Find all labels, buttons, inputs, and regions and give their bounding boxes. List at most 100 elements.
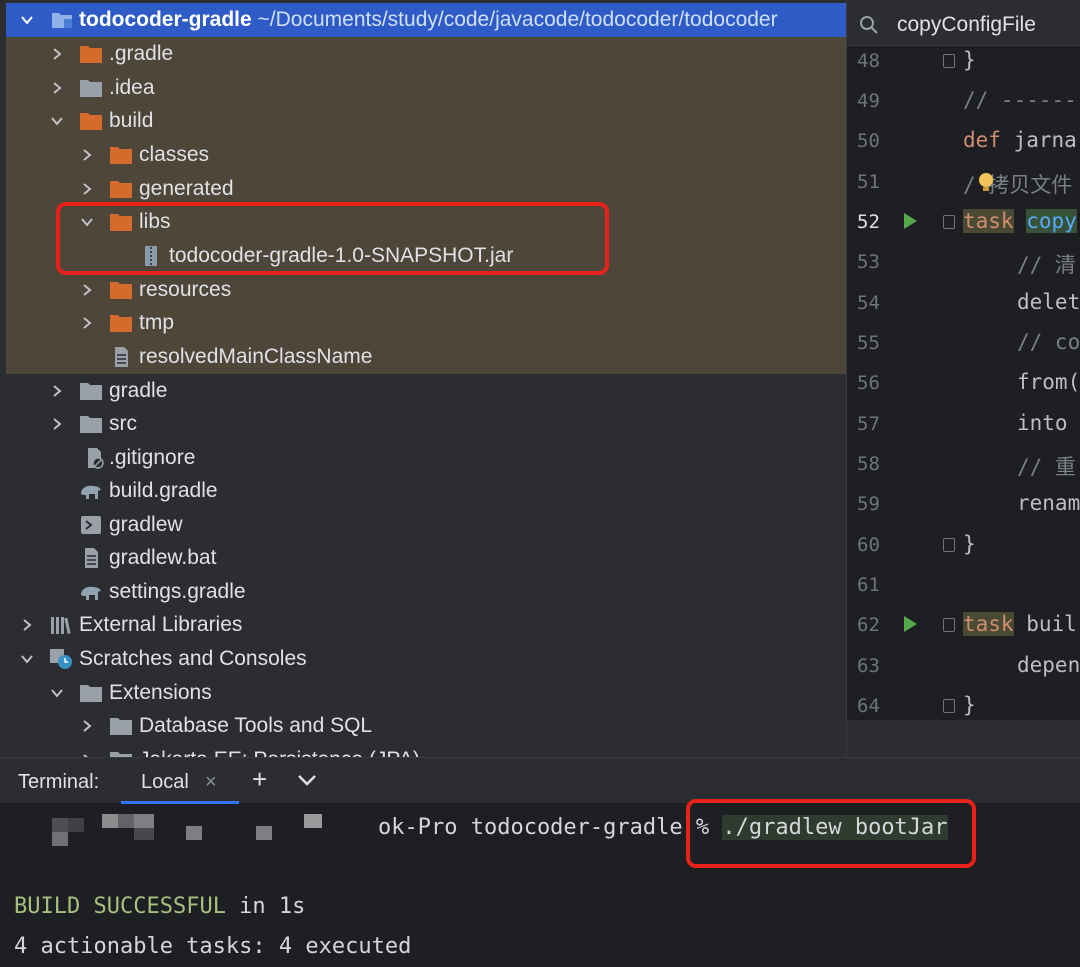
code-line[interactable]: // ------	[963, 88, 1077, 112]
chevron-down-icon[interactable]	[296, 771, 318, 789]
chevron-right-icon[interactable]	[78, 314, 96, 332]
tree-item-scratches-and-consoles[interactable]: Scratches and Consoles	[6, 642, 846, 676]
terminal-panel[interactable]: Terminal: Local × + ok-Pro todocoder-gra…	[0, 757, 1080, 967]
add-terminal-icon[interactable]: +	[252, 764, 267, 795]
tree-item-gradlew[interactable]: gradlew	[6, 508, 846, 542]
fold-marker-icon[interactable]	[943, 215, 955, 229]
run-task-icon[interactable]	[902, 615, 918, 633]
code-line[interactable]: delet	[1017, 290, 1080, 314]
chevron-down-icon[interactable]	[18, 650, 36, 668]
redacted-block	[256, 826, 272, 840]
tree-item-label: resolvedMainClassName	[139, 345, 373, 368]
tree-item-jakarta-ee[interactable]: Jakarta EE: Persistence (JPA)	[6, 743, 846, 757]
tab-local[interactable]: Local ×	[121, 764, 239, 804]
tree-item-label: External Libraries	[79, 613, 243, 636]
fold-marker-icon[interactable]	[943, 699, 955, 713]
terminal-prompt: ok-Pro todocoder-gradle %	[378, 815, 723, 840]
tree-root-label: todocoder-gradle ~/Documents/study/code/…	[79, 8, 778, 31]
code-line[interactable]: from(	[1017, 370, 1080, 394]
tree-item-external-libraries[interactable]: External Libraries	[6, 608, 846, 642]
run-task-icon[interactable]	[902, 212, 918, 230]
line-number: 60	[857, 534, 880, 556]
ignore-file-icon	[83, 447, 107, 469]
chevron-down-icon[interactable]	[48, 112, 66, 130]
line-number: 56	[857, 372, 880, 394]
redacted-block	[52, 832, 68, 846]
editor-search-bar[interactable]: copyConfigFile	[847, 0, 1080, 46]
fold-marker-icon[interactable]	[943, 538, 955, 552]
tree-item-generated[interactable]: generated	[6, 172, 846, 206]
code-line[interactable]: task copy	[963, 209, 1077, 233]
code-line[interactable]: depen	[1017, 653, 1080, 677]
tree-item-idea[interactable]: .idea	[6, 71, 846, 105]
fold-marker-icon[interactable]	[943, 618, 955, 632]
folder-icon	[109, 749, 133, 757]
folder-icon	[109, 144, 133, 166]
code-keyword: task	[963, 209, 1014, 233]
chevron-right-icon[interactable]	[78, 717, 96, 735]
tree-item-tmp[interactable]: tmp	[6, 306, 846, 340]
chevron-right-icon[interactable]	[18, 616, 36, 634]
line-number: 50	[857, 130, 880, 152]
code-line[interactable]: def jarna	[963, 128, 1077, 152]
chevron-right-icon[interactable]	[48, 79, 66, 97]
chevron-right-icon[interactable]	[48, 415, 66, 433]
project-tree: todocoder-gradle ~/Documents/study/code/…	[0, 0, 846, 757]
line-number: 61	[857, 574, 880, 596]
line-number: 54	[857, 292, 880, 314]
tree-item-resources[interactable]: resources	[6, 273, 846, 307]
code-line[interactable]: // 清	[1017, 249, 1076, 279]
code-line[interactable]: into	[1017, 411, 1068, 435]
code-text: copy	[1026, 209, 1077, 233]
folder-icon	[79, 77, 103, 99]
scratch-clock-icon	[49, 648, 73, 670]
chevron-right-icon[interactable]	[48, 45, 66, 63]
chevron-right-icon[interactable]	[78, 180, 96, 198]
line-number: 63	[857, 655, 880, 677]
tree-item-resolved-main-class-name[interactable]: resolvedMainClassName	[6, 340, 846, 374]
fold-marker-icon[interactable]	[943, 54, 955, 68]
tree-item-label: .gradle	[109, 42, 174, 65]
code-line[interactable]: // 重	[1017, 451, 1076, 481]
search-icon[interactable]	[859, 15, 879, 35]
tree-item-build[interactable]: build	[6, 104, 846, 138]
code-line[interactable]: renam	[1017, 491, 1080, 515]
tree-item-classes[interactable]: classes	[6, 138, 846, 172]
tree-item-gradle-folder[interactable]: gradle	[6, 374, 846, 408]
code-line[interactable]: // co	[1017, 330, 1080, 354]
code-line[interactable]: }	[963, 48, 976, 72]
tree-item-extensions[interactable]: Extensions	[6, 676, 846, 710]
successful-word: SUCCESSFUL	[93, 894, 226, 919]
tree-item-src[interactable]: src	[6, 407, 846, 441]
folder-icon	[109, 178, 133, 200]
tree-item-gradlew-bat[interactable]: gradlew.bat	[6, 541, 846, 575]
module-folder-icon	[50, 9, 74, 31]
lightbulb-icon[interactable]	[977, 172, 995, 194]
tree-item-build-gradle[interactable]: build.gradle	[6, 474, 846, 508]
code-keyword: task	[963, 612, 1014, 636]
tree-item-settings-gradle[interactable]: settings.gradle	[6, 575, 846, 609]
chevron-down-icon[interactable]	[48, 684, 66, 702]
code-keyword: def	[963, 128, 1001, 152]
line-number: 64	[857, 695, 880, 717]
chevron-right-icon[interactable]	[78, 146, 96, 164]
tree-root-todocoder-gradle[interactable]: todocoder-gradle ~/Documents/study/code/…	[6, 3, 846, 37]
code-line[interactable]: }	[963, 532, 976, 556]
search-text[interactable]: copyConfigFile	[897, 13, 1036, 37]
close-icon[interactable]: ×	[205, 771, 217, 794]
tree-item-database-tools[interactable]: Database Tools and SQL	[6, 709, 846, 743]
tree-item-label: Extensions	[109, 681, 212, 704]
chevron-right-icon[interactable]	[78, 281, 96, 299]
editor-footer	[847, 720, 1080, 757]
code-editor[interactable]: copyConfigFile 48 49 50 51 52 53 54 55 5…	[846, 0, 1080, 757]
tree-item-dot-gradle[interactable]: .gradle	[6, 37, 846, 71]
tree-item-label: generated	[139, 177, 234, 200]
tree-item-gitignore[interactable]: .gitignore	[6, 441, 846, 475]
code-line[interactable]: task buil	[963, 612, 1077, 636]
chevron-down-icon[interactable]	[18, 11, 36, 29]
tree-item-label: Jakarta EE: Persistence (JPA)	[139, 748, 420, 757]
code-line[interactable]: }	[963, 693, 976, 717]
build-duration: in 1s	[225, 894, 306, 919]
text-file-icon	[109, 346, 133, 368]
chevron-right-icon[interactable]	[48, 382, 66, 400]
